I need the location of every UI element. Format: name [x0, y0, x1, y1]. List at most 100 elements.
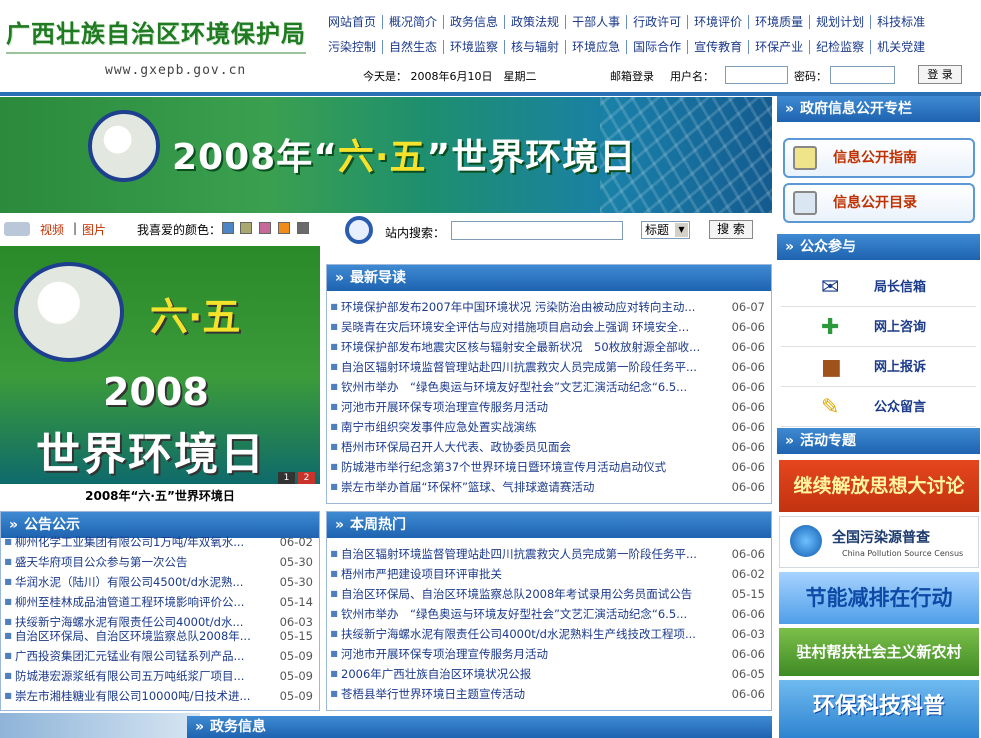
bullet-icon: ■ [330, 649, 338, 658]
list-item[interactable]: ■ 盛天华府项目公众参与第一次公告 05-30 [1, 552, 319, 572]
list-item[interactable]: ■ 防城港宏源浆纸有限公司五万吨纸浆厂项目... 05-09 [1, 666, 319, 686]
color-swatch-pink[interactable] [259, 222, 271, 234]
promo-banner-thought[interactable]: 继续解放思想大讨论 [779, 460, 979, 512]
list-item[interactable]: ■ 2006年广西壮族自治区环境状况公报 06-05 [327, 664, 771, 684]
list-item[interactable]: ■ 自治区环保局、自治区环境监察总队2008年考试录用公务员面试公告 05-15 [327, 584, 771, 604]
color-swatch-blue[interactable] [222, 222, 234, 234]
nav-link[interactable]: 干部人事 [565, 15, 626, 29]
bullet-icon: ■ [330, 322, 338, 331]
disclosure-catalog-button[interactable]: 信息公开目录 [783, 183, 975, 223]
disclosure-guide-button[interactable]: 信息公开指南 [783, 138, 975, 178]
nav-link[interactable]: 政策法规 [504, 15, 565, 29]
list-item[interactable]: ■ 梧州市严把建设项目环评审批关 06-02 [327, 564, 771, 584]
promo-banner-science[interactable]: 环保科技科普 [779, 680, 979, 738]
nav-link[interactable]: 污染控制 [322, 40, 382, 54]
username-input[interactable] [725, 66, 788, 84]
nav-link[interactable]: 自然生态 [382, 40, 443, 54]
mail-login-label: 邮箱登录 [610, 70, 654, 83]
promo-banner-energy-saving[interactable]: 节能减排在行动 [779, 572, 979, 624]
list-item[interactable]: ■ 柳州至桂林成品油管道工程环境影响评价公... 05-14 [1, 592, 319, 612]
list-item[interactable]: ■ 钦州市举办 “绿色奥运与环境友好型社会”文艺汇演活动纪念“6.5... 06-0… [327, 604, 771, 624]
search-scope-select[interactable]: 标题 ▼ [641, 221, 690, 239]
activity-header: » 活动专题 [777, 428, 980, 454]
banner-year: 2008年“ [172, 137, 338, 178]
list-item[interactable]: ■ 广西投资集团汇元锰业有限公司锰系列产品... 05-09 [1, 646, 319, 666]
nav-link[interactable]: 国际合作 [626, 40, 687, 54]
list-item[interactable]: ■ 自治区辐射环境监督管理站赴四川抗震救灾人员完成第一阶段任务平... 06-06 [327, 544, 771, 564]
list-item[interactable]: ■ 梧州市环保局召开人大代表、政协委员见面会 06-06 [327, 437, 771, 457]
list-item[interactable]: ■ 柳州化学工业集团有限公司1万吨/年双氧水... 06-02 [1, 532, 319, 552]
color-swatch-gray[interactable] [297, 222, 309, 234]
nav-link[interactable]: 科技标准 [870, 15, 931, 29]
bullet-icon: ■ [4, 537, 12, 546]
dropdown-arrow-icon: ▼ [675, 223, 688, 237]
list-item[interactable]: ■ 苍梧县举行世界环境日主题宣传活动 06-06 [327, 684, 771, 704]
bottom-left-image[interactable] [0, 713, 200, 738]
panel-title: 政府信息公开专栏 [800, 101, 913, 117]
globe-logo-icon [88, 110, 160, 182]
feature-caption[interactable]: 2008年“六·五”世界环境日 [0, 487, 320, 504]
nav-link[interactable]: 概况简介 [382, 15, 443, 29]
list-item[interactable]: ■ 南宁市组织突发事件应急处置实战演练 06-06 [327, 417, 771, 437]
notice-list: ■ 柳州化学工业集团有限公司1万吨/年双氧水... 06-02 ■ 盛天华府项目公众参… [1, 532, 319, 706]
bullet-icon: ■ [4, 671, 12, 680]
list-item[interactable]: ■ 自治区环保局、自治区环境监察总队2008年... 05-15 [1, 626, 319, 646]
nav-link[interactable]: 环境应急 [565, 40, 626, 54]
nav-link[interactable]: 环境监察 [443, 40, 504, 54]
nav-link[interactable]: 机关党建 [870, 40, 931, 54]
bullet-icon: ■ [330, 462, 338, 471]
nav-link[interactable]: 核与辐射 [504, 40, 565, 54]
slide-pager-1[interactable]: 1 [278, 472, 295, 484]
list-item[interactable]: ■ 河池市开展环保专项治理宣传服务月活动 06-06 [327, 397, 771, 417]
envelope-pen-icon: ✉ [821, 275, 840, 300]
list-item[interactable]: ■ 崇左市举办首届“环保杯”篮球、气排球邀请赛活动 06-06 [327, 477, 771, 497]
slide-pager-2[interactable]: 2 [298, 472, 315, 484]
promo-subtext: China Pollution Source Census [842, 549, 964, 558]
banner-suffix: ”世界环境日 [426, 137, 637, 178]
list-item[interactable]: ■ 扶绥新宁海螺水泥有限责任公司4000t/d水泥熟料生产线技改工程项... 06-… [327, 624, 771, 644]
photo-link[interactable]: 图片 [82, 221, 106, 238]
online-report-link[interactable]: ■ 网上报诉 [781, 349, 976, 387]
nav-link[interactable]: 行政许可 [626, 15, 687, 29]
online-consult-link[interactable]: ✚ 网上咨询 [781, 309, 976, 347]
site-search-label: 站内搜索： [385, 226, 446, 240]
public-message-link[interactable]: ✎ 公众留言 [781, 389, 976, 427]
list-item[interactable]: ■ 华润水泥（陆川）有限公司4500t/d水泥熟... 05-30 [1, 572, 319, 592]
site-search-input[interactable] [451, 221, 623, 240]
button-label: 信息公开目录 [833, 195, 917, 211]
promo-text: 环保科技科普 [812, 694, 945, 719]
feature-line-2: 2008 [103, 370, 209, 414]
bullet-icon: ■ [330, 609, 338, 618]
list-item[interactable]: ■ 钦州市举办 “绿色奥运与环境友好型社会”文艺汇演活动纪念“6.5... 06-0… [327, 377, 771, 397]
list-item[interactable]: ■ 河池市开展环保专项治理宣传服务月活动 06-06 [327, 644, 771, 664]
nav-link[interactable]: 规划计划 [809, 15, 870, 29]
video-link[interactable]: 视频 [40, 221, 64, 238]
link-label: 局长信箱 [874, 280, 927, 295]
color-swatch-orange[interactable] [278, 222, 290, 234]
nav-link[interactable]: 环境评价 [687, 15, 748, 29]
list-item[interactable]: ■ 环境保护部发布2007年中国环境状况 污染防治由被动应对转向主动... 06-0… [327, 297, 771, 317]
nav-link[interactable]: 宣传教育 [687, 40, 748, 54]
arrows-icon: ✚ [821, 315, 840, 340]
bullet-icon: ■ [330, 302, 338, 311]
nav-link[interactable]: 环境质量 [748, 15, 809, 29]
nav-link[interactable]: 政务信息 [443, 15, 504, 29]
list-item[interactable]: ■ 防城港市举行纪念第37个世界环境日暨环境宣传月活动启动仪式 06-06 [327, 457, 771, 477]
list-item[interactable]: ■ 自治区辐射环境监督管理站赴四川抗震救灾人员完成第一阶段任务平... 06-06 [327, 357, 771, 377]
list-item[interactable]: ■ 吴晓青在灾后环境安全评估与应对措施项目启动会上强调 环境安全... 06-06 [327, 317, 771, 337]
promo-banner-village-support[interactable]: 驻村帮扶社会主义新农村 [779, 628, 979, 676]
promo-banner-pollution-census[interactable]: 全国污染源普查 China Pollution Source Census [779, 516, 979, 568]
color-swatch-olive[interactable] [240, 222, 252, 234]
search-button[interactable]: 搜 索 [709, 220, 753, 239]
password-input[interactable] [830, 66, 895, 84]
login-button[interactable]: 登 录 [918, 65, 962, 84]
globe-logo-icon [14, 262, 124, 362]
bullet-icon: ■ [4, 597, 12, 606]
director-mailbox-link[interactable]: ✉ 局长信箱 [781, 269, 976, 307]
list-item[interactable]: ■ 环境保护部发布地震灾区核与辐射安全最新状况 50枚放射源全部收... 06-06 [327, 337, 771, 357]
list-item[interactable]: ■ 崇左市湘桂糖业有限公司10000吨/日技术进... 05-09 [1, 686, 319, 706]
site-title[interactable]: 广西壮族自治区环境保护局 [6, 14, 306, 49]
nav-link[interactable]: 环保产业 [748, 40, 809, 54]
nav-link[interactable]: 网站首页 [322, 15, 382, 29]
nav-link[interactable]: 纪检监察 [809, 40, 870, 54]
